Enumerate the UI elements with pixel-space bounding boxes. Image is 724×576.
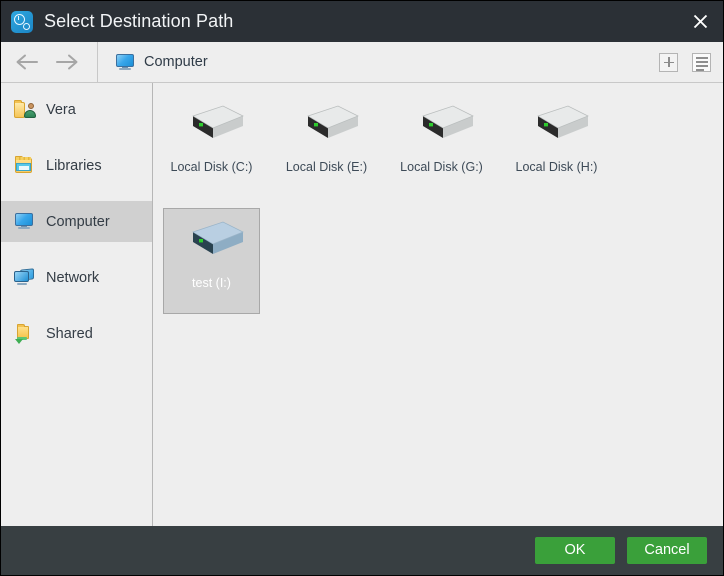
close-button[interactable]	[677, 1, 723, 42]
drive-grid: Local Disk (C:) Local Disk (E:) Local Di…	[163, 87, 723, 319]
toolbar-actions	[659, 52, 723, 72]
ok-button[interactable]: OK	[535, 537, 615, 564]
sidebar-item-computer[interactable]: Computer	[1, 201, 152, 242]
hard-drive-icon	[409, 102, 475, 146]
drive-tile-h[interactable]: Local Disk (H:)	[508, 92, 605, 198]
select-destination-path-dialog: Select Destination Path Computer Vera Li…	[0, 0, 724, 576]
libraries-icon	[14, 156, 35, 175]
window-title: Select Destination Path	[44, 11, 234, 31]
drive-tile-g[interactable]: Local Disk (G:)	[393, 92, 490, 198]
title-bar: Select Destination Path	[1, 1, 723, 42]
sidebar-item-network[interactable]: Network	[1, 257, 152, 298]
forward-button[interactable]	[47, 42, 87, 83]
file-browser-content: Local Disk (C:) Local Disk (E:) Local Di…	[153, 83, 723, 526]
sidebar: Vera Libraries Computer Network Shared	[1, 83, 153, 526]
hard-drive-icon	[179, 218, 245, 262]
sidebar-item-libraries[interactable]: Libraries	[1, 145, 152, 186]
drive-label: Local Disk (G:)	[400, 160, 483, 174]
navigation-toolbar: Computer	[1, 41, 723, 83]
cancel-button[interactable]: Cancel	[627, 537, 707, 564]
view-mode-button[interactable]	[692, 52, 711, 72]
dialog-footer: OK Cancel	[1, 526, 723, 575]
back-button[interactable]	[7, 42, 47, 83]
drive-tile-e[interactable]: Local Disk (E:)	[278, 92, 375, 198]
drive-label: Local Disk (E:)	[285, 160, 368, 174]
hard-drive-icon	[524, 102, 590, 146]
drive-tile-c[interactable]: Local Disk (C:)	[163, 92, 260, 198]
new-folder-button[interactable]	[659, 52, 678, 72]
sidebar-item-label: Libraries	[46, 157, 102, 174]
computer-monitor-icon	[14, 212, 35, 231]
shared-folder-icon	[14, 324, 35, 344]
computer-monitor-icon	[116, 54, 134, 70]
user-folder-icon	[14, 100, 36, 119]
arrow-left-icon	[16, 54, 38, 70]
sidebar-item-label: Network	[46, 269, 100, 286]
sidebar-item-label: Computer	[46, 213, 110, 230]
close-icon	[693, 14, 707, 29]
dialog-body: Vera Libraries Computer Network Shared L…	[1, 83, 723, 526]
drive-label: test (I:)	[192, 276, 231, 290]
sidebar-item-vera[interactable]: Vera	[1, 89, 152, 130]
arrow-right-icon	[56, 54, 78, 70]
drive-label: Local Disk (C:)	[170, 160, 253, 174]
sidebar-item-label: Shared	[46, 325, 93, 342]
hard-drive-icon	[179, 102, 245, 146]
breadcrumb[interactable]: Computer	[98, 54, 208, 70]
breadcrumb-label: Computer	[144, 54, 208, 70]
app-clock-disk-icon	[11, 10, 33, 33]
sidebar-item-label: Vera	[46, 101, 76, 118]
hard-drive-icon	[294, 102, 360, 146]
drive-tile-test-i[interactable]: test (I:)	[163, 208, 260, 314]
network-icon	[14, 268, 35, 287]
drive-label: Local Disk (H:)	[515, 160, 598, 174]
sidebar-item-shared[interactable]: Shared	[1, 313, 152, 354]
